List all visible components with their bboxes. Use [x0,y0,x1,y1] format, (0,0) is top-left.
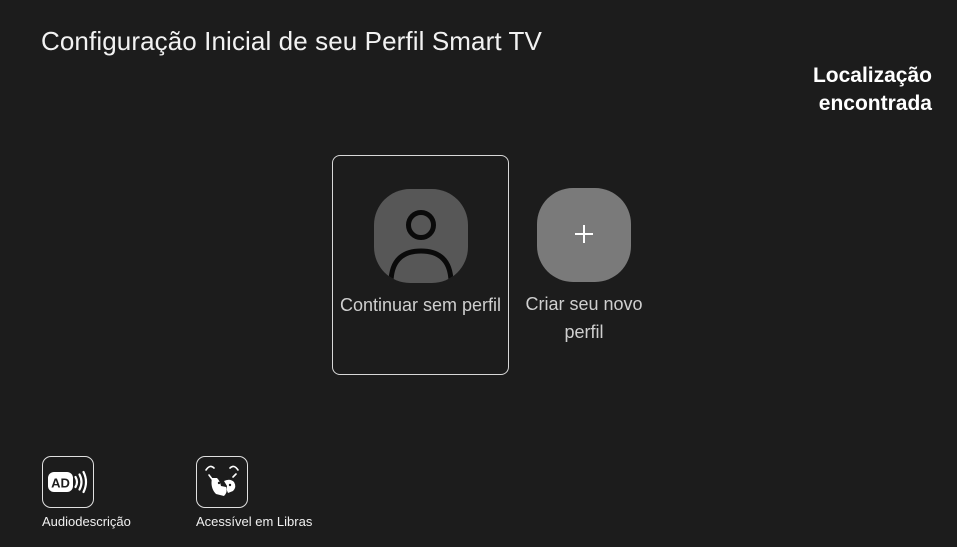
audio-description-button[interactable]: AD Audiodescrição [42,456,131,529]
sign-language-button[interactable]: Acessível em Libras [196,456,312,529]
create-new-profile-label: Criar seu novo perfil [525,294,643,342]
continue-without-profile-label: Continuar sem perfil [339,295,502,315]
location-status-text: Localização encontrada [812,64,932,115]
sign-language-label: Acessível em Libras [196,514,313,529]
continue-without-profile-button[interactable]: Continuar sem perfil [332,155,509,375]
create-new-profile-button[interactable]: Criar seu novo perfil [525,155,643,375]
audio-description-icon-text: AD [51,476,70,491]
audio-description-icon: AD [42,456,94,508]
plus-icon [537,188,631,282]
person-icon [374,189,468,283]
page-title: Configuração Inicial de seu Perfil Smart… [41,26,542,56]
sign-language-icon [196,456,248,508]
audio-description-label: Audiodescrição [42,514,131,529]
